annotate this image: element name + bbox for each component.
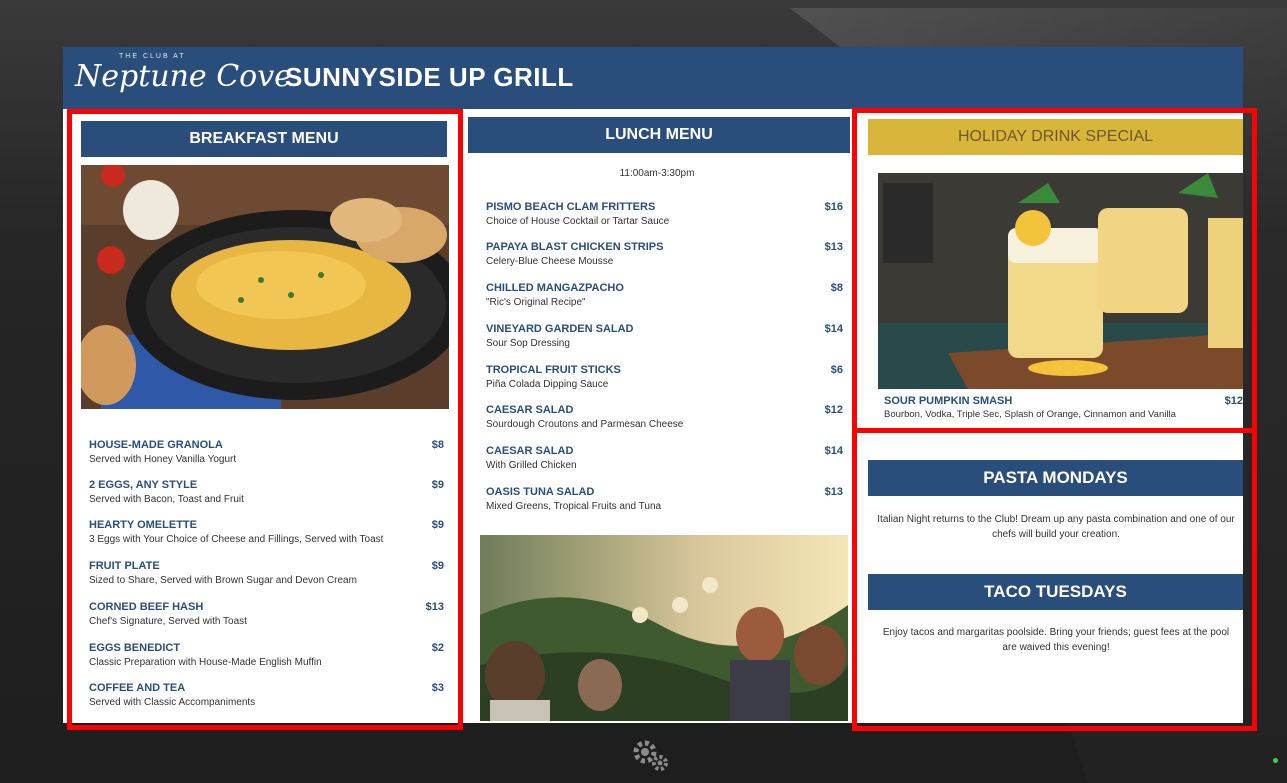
item-price: $14 <box>824 445 843 457</box>
item-name: PAPAYA BLAST CHICKEN STRIPS <box>486 241 664 253</box>
lunch-title: LUNCH MENU <box>468 117 850 153</box>
item-name: OASIS TUNA SALAD <box>486 486 595 498</box>
item-price: $13 <box>824 241 843 253</box>
item-description: With Grilled Chicken <box>486 460 577 471</box>
highlight-box-breakfast <box>67 109 463 730</box>
item-name: CAESAR SALAD <box>486 404 574 416</box>
item-price: $12 <box>824 404 843 416</box>
item-name: CHILLED MANGAZPACHO <box>486 282 624 294</box>
highlight-box-promos <box>852 428 1257 731</box>
page-title: SUNNYSIDE UP GRILL <box>285 62 574 92</box>
item-name: TROPICAL FRUIT STICKS <box>486 364 621 376</box>
club-logo: THE CLUB AT Neptune Cove <box>75 53 292 103</box>
item-description: "Ric's Original Recipe" <box>486 297 586 308</box>
item-price: $8 <box>830 282 843 294</box>
item-description: Piña Colada Dipping Sauce <box>486 379 609 390</box>
item-name: PISMO BEACH CLAM FRITTERS <box>486 201 656 213</box>
item-name: CAESAR SALAD <box>486 445 574 457</box>
item-price: $13 <box>824 486 843 498</box>
item-name: VINEYARD GARDEN SALAD <box>486 323 634 335</box>
gears-icon[interactable] <box>630 735 674 775</box>
item-description: Mixed Greens, Tropical Fruits and Tuna <box>486 501 662 512</box>
item-price: $16 <box>824 201 843 213</box>
item-description: Sour Sop Dressing <box>486 338 570 349</box>
highlight-box-drink <box>852 108 1257 433</box>
item-description: Sourdough Croutons and Parmesan Cheese <box>486 419 684 430</box>
power-led <box>1273 758 1278 763</box>
item-description: Choice of House Cocktail or Tartar Sauce <box>486 216 670 227</box>
logo-script-text: Neptune Cove <box>75 59 292 94</box>
toast-photo <box>480 535 848 721</box>
lunch-hours: 11:00am-3:30pm <box>619 168 695 179</box>
header-bar: THE CLUB AT Neptune Cove SUNNYSIDE UP GR… <box>63 47 1243 109</box>
item-price: $14 <box>824 323 843 335</box>
item-price: $6 <box>830 364 843 376</box>
item-description: Celery-Blue Cheese Mousse <box>486 256 614 267</box>
lunch-column: LUNCH MENU 11:00am-3:30pm PISMO BEACH CL… <box>461 109 853 723</box>
